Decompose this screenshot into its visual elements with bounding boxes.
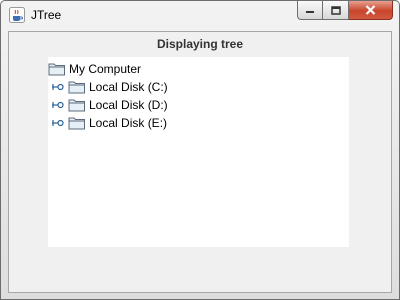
- window-title: JTree: [31, 8, 62, 22]
- collapsed-node-handle-icon[interactable]: [52, 118, 66, 128]
- maximize-icon: [330, 5, 341, 15]
- folder-icon: [68, 117, 85, 130]
- tree-node-local-disk-e[interactable]: Local Disk (E:): [52, 114, 167, 132]
- tree-node-local-disk-c[interactable]: Local Disk (C:): [52, 78, 168, 96]
- tree-node-label: Local Disk (E:): [89, 116, 168, 130]
- window-controls: [297, 1, 393, 21]
- title-bar[interactable]: JTree: [1, 1, 399, 31]
- content-panel: Displaying tree My Computer Local Disk (…: [8, 31, 392, 293]
- minimize-button[interactable]: [297, 1, 323, 20]
- close-button[interactable]: [349, 1, 393, 20]
- folder-icon: [68, 81, 85, 94]
- tree-root-node[interactable]: My Computer: [48, 60, 141, 78]
- collapsed-node-handle-icon[interactable]: [52, 82, 66, 92]
- folder-icon: [48, 63, 65, 76]
- panel-heading: Displaying tree: [156, 37, 244, 51]
- tree-node-label: Local Disk (C:): [89, 80, 168, 94]
- maximize-button[interactable]: [323, 1, 349, 20]
- minimize-icon: [306, 11, 314, 13]
- app-window: JTree Displaying tree My Computer Local …: [0, 0, 400, 300]
- folder-icon: [68, 99, 85, 112]
- tree-view[interactable]: My Computer Local Disk (C:) Local Disk (…: [48, 57, 349, 247]
- collapsed-node-handle-icon[interactable]: [52, 100, 66, 110]
- close-icon: [365, 5, 376, 15]
- tree-node-label: My Computer: [69, 62, 142, 76]
- tree-node-label: Local Disk (D:): [89, 98, 168, 112]
- tree-node-local-disk-d[interactable]: Local Disk (D:): [52, 96, 168, 114]
- java-coffee-cup-icon[interactable]: [9, 7, 25, 23]
